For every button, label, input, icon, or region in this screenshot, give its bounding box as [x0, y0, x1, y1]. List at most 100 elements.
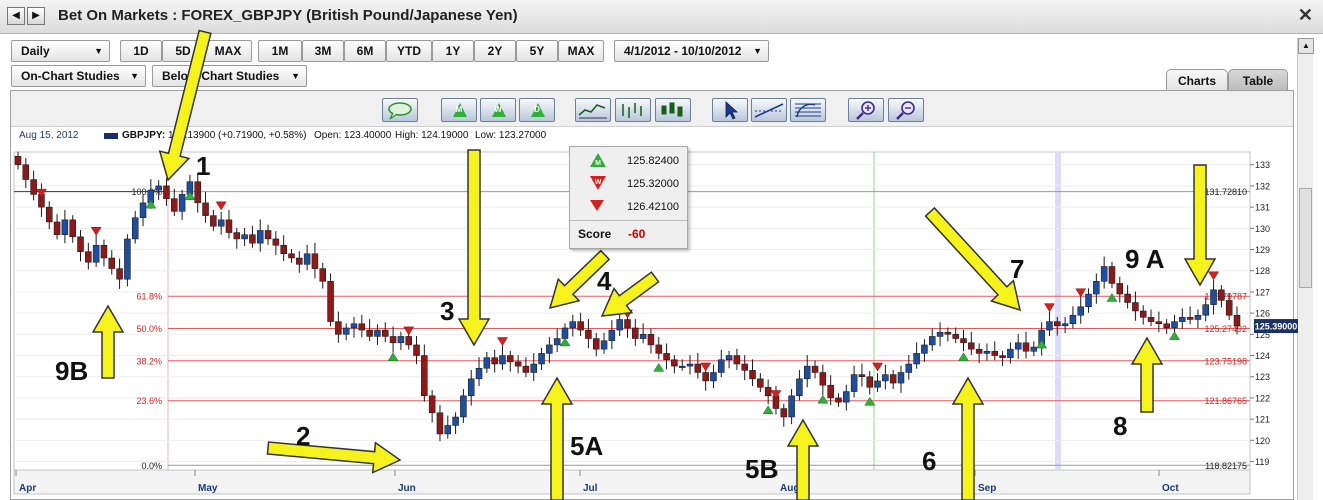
candle-up — [913, 353, 920, 365]
candle-down — [421, 355, 428, 397]
annotation-label: 4 — [597, 266, 612, 296]
candle-down — [1054, 321, 1061, 327]
candle-up — [843, 391, 850, 403]
candle-down — [85, 251, 92, 263]
candle-up — [1100, 266, 1108, 282]
annotation-label: 2 — [296, 421, 310, 451]
candle-up — [256, 230, 264, 244]
x-tick-label: Oct — [1162, 483, 1179, 494]
candle-up — [217, 219, 225, 227]
candle-up — [897, 372, 905, 384]
candle-up — [178, 194, 186, 212]
candle-up — [1061, 323, 1069, 327]
candle-down — [999, 355, 1006, 358]
candle-down — [358, 323, 366, 331]
w-signal-icon: W — [590, 176, 606, 190]
candle-down — [249, 234, 256, 244]
candle-up — [608, 329, 616, 341]
annotation-label: 5B — [745, 454, 778, 484]
candle-up — [1077, 306, 1084, 316]
candle-up — [678, 365, 686, 368]
candle-up — [374, 329, 381, 337]
candle-down — [655, 344, 663, 354]
candle-down — [202, 202, 209, 216]
candle-down — [210, 215, 217, 227]
candle-down — [663, 353, 670, 361]
candle-up — [725, 355, 733, 361]
y-tick-label: 132 — [1255, 181, 1270, 191]
candle-down — [991, 351, 999, 356]
candle-down — [288, 253, 295, 259]
y-tick-label: 124 — [1255, 351, 1270, 361]
y-tick-label: 128 — [1255, 266, 1270, 276]
x-tick-label: Apr — [19, 483, 36, 494]
candle-down — [960, 338, 967, 344]
candle-down — [22, 164, 30, 180]
candle-down — [968, 342, 975, 350]
candle-down — [366, 329, 373, 337]
annotation-label: 7 — [1010, 254, 1024, 284]
y-tick-label: 126 — [1255, 309, 1270, 319]
candle-down — [514, 361, 522, 367]
candle-up — [936, 331, 944, 337]
candle-up — [538, 353, 545, 365]
candle-up — [397, 336, 405, 344]
w-signal-value: 125.32000 — [627, 178, 679, 190]
candle-up — [803, 365, 811, 380]
candle-up — [444, 425, 452, 435]
fib-price-label: 125.27492 — [1204, 324, 1247, 334]
candle-down — [194, 181, 201, 204]
candle-down — [975, 348, 983, 354]
candle-up — [1194, 314, 1202, 320]
annotation-label: 3 — [440, 296, 454, 326]
current-price-label: 125.39000 — [1255, 322, 1298, 332]
candle-down — [592, 338, 600, 350]
candle-down — [1155, 321, 1163, 324]
candle-down — [858, 374, 866, 377]
candle-down — [889, 374, 897, 384]
y-tick-label: 131 — [1255, 203, 1270, 213]
candle-down — [1139, 310, 1147, 318]
candle-up — [530, 363, 537, 373]
x-tick-label: May — [198, 483, 218, 494]
candle-up — [874, 380, 881, 388]
candle-down — [866, 376, 873, 388]
candle-down — [632, 327, 639, 339]
candle-up — [905, 363, 913, 373]
m-signal-value: 125.82400 — [627, 155, 679, 167]
annotation-label: 6 — [922, 446, 936, 476]
candle-down — [14, 155, 22, 165]
candle-down — [100, 245, 108, 259]
candle-up — [1046, 321, 1053, 331]
candle-down — [507, 355, 514, 363]
candle-up — [155, 185, 162, 191]
score-label: Score — [578, 227, 612, 241]
candle-down — [389, 336, 397, 344]
annotation-label: 8 — [1113, 411, 1127, 441]
candle-down — [233, 232, 241, 240]
candle-down — [327, 281, 334, 322]
candle-up — [718, 359, 725, 373]
candle-down — [30, 179, 37, 195]
price-chart[interactable]: 1331321311301291281271261251241231221211… — [0, 0, 1323, 500]
candle-up — [1085, 293, 1092, 308]
candle-up — [467, 378, 475, 397]
candle-up — [850, 374, 858, 392]
candle-down — [225, 219, 233, 233]
candle-down — [749, 370, 756, 380]
candle-up — [929, 336, 936, 346]
candle-down — [741, 363, 748, 371]
annotation-label: 5A — [570, 431, 603, 461]
y-tick-label: 130 — [1255, 224, 1270, 234]
candle-down — [382, 329, 389, 337]
candle-down — [585, 329, 592, 339]
candle-down — [1124, 293, 1131, 303]
svg-text:M: M — [595, 160, 601, 167]
candle-down — [413, 344, 420, 356]
annotation-label: 9B — [55, 356, 88, 386]
candle-up — [561, 327, 569, 339]
candle-up — [1014, 342, 1022, 350]
candle-up — [61, 219, 69, 235]
candle-up — [1030, 346, 1038, 352]
fib-price-label: 131.72810 — [1204, 187, 1247, 197]
